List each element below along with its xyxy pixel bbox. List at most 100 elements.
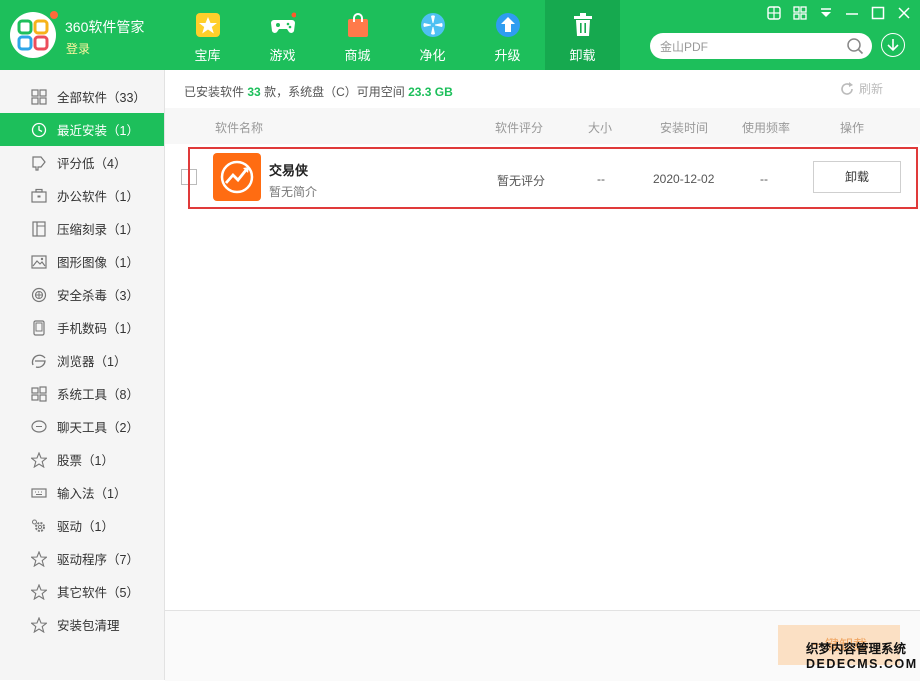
star-outline-icon: [30, 451, 48, 469]
settings-icon[interactable]: [792, 5, 808, 21]
title-bar: 360软件管家 登录 宝库 游戏 商城 净化 升级 卸载 金山PDF: [0, 0, 920, 70]
sidebar-item-label: 全部软件（33）: [57, 91, 146, 105]
table-header: 软件名称 软件评分 大小 安装时间 使用频率 操作: [165, 108, 920, 144]
sidebar-item-label: 驱动（1）: [57, 520, 114, 534]
sidebar-item-label: 聊天工具（2）: [57, 421, 139, 435]
sidebar-item-label: 其它软件（5）: [57, 586, 139, 600]
sidebar-item[interactable]: 全部软件（33）: [0, 80, 164, 113]
nav-upgrade[interactable]: 升级: [470, 0, 545, 70]
nav-shop[interactable]: 商城: [320, 0, 395, 70]
sidebar-item[interactable]: 图形图像（1）: [0, 245, 164, 278]
sidebar-item-label: 安全杀毒（3）: [57, 289, 139, 303]
phone-icon: [30, 319, 48, 337]
gear-icon: [30, 517, 48, 535]
main-nav: 宝库 游戏 商城 净化 升级 卸载: [170, 0, 620, 70]
main-panel: 已安装软件 33 款，系统盘（C）可用空间 23.3 GB 刷新 软件名称 软件…: [165, 70, 920, 681]
sidebar-item-label: 安装包清理: [57, 619, 120, 633]
sidebar-item-label: 股票（1）: [57, 454, 114, 468]
sidebar-item[interactable]: 驱动（1）: [0, 509, 164, 542]
trash-icon: [574, 13, 592, 36]
sidebar-item[interactable]: 系统工具（8）: [0, 377, 164, 410]
refresh-button[interactable]: 刷新: [839, 80, 883, 97]
briefcase-icon: [30, 187, 48, 205]
maximize-icon[interactable]: [870, 5, 886, 21]
sidebar-item[interactable]: 浏览器（1）: [0, 344, 164, 377]
table-row: 交易侠 暂无简介 暂无评分 -- 2020-12-02 -- 卸载: [165, 146, 920, 208]
keyboard-icon: [30, 484, 48, 502]
col-action: 操作: [840, 121, 865, 135]
sidebar-item[interactable]: 其它软件（5）: [0, 575, 164, 608]
app-logo-icon: [10, 11, 58, 58]
app-name: 交易侠: [269, 163, 309, 178]
minimize-icon[interactable]: [844, 5, 860, 21]
fan-icon: [421, 13, 445, 37]
uninstall-button[interactable]: 卸载: [813, 161, 901, 193]
refresh-icon: [841, 81, 853, 95]
sidebar-item-label: 图形图像（1）: [57, 256, 139, 270]
shopping-bag-icon: [348, 13, 368, 37]
skin-icon[interactable]: [766, 5, 782, 21]
app-frequency: --: [760, 172, 768, 186]
app-icon: [213, 153, 261, 201]
star-icon: [196, 13, 220, 37]
col-frequency: 使用频率: [742, 121, 791, 135]
col-rating: 软件评分: [495, 121, 544, 135]
sidebar-item-label: 压缩刻录（1）: [57, 223, 139, 237]
sidebar-item[interactable]: 最近安装（1）: [0, 113, 164, 146]
app-install-time: 2020-12-02: [653, 172, 715, 186]
sidebar-item[interactable]: 办公软件（1）: [0, 179, 164, 212]
sidebar-item[interactable]: 安全杀毒（3）: [0, 278, 164, 311]
window-controls: [766, 5, 912, 21]
row-checkbox[interactable]: [181, 169, 197, 185]
nav-uninstall[interactable]: 卸载: [545, 0, 620, 70]
sidebar-item[interactable]: 股票（1）: [0, 443, 164, 476]
nav-baoku[interactable]: 宝库: [170, 0, 245, 70]
sidebar-item[interactable]: 安装包清理: [0, 608, 164, 641]
sidebar-item-label: 手机数码（1）: [57, 322, 139, 336]
sidebar-item-label: 办公软件（1）: [57, 190, 139, 204]
star-outline-icon: [30, 550, 48, 568]
app-rating: 暂无评分: [497, 174, 546, 188]
sidebar-item[interactable]: 手机数码（1）: [0, 311, 164, 344]
sidebar-item-label: 浏览器（1）: [57, 355, 127, 369]
sidebar-item-label: 驱动程序（7）: [57, 553, 139, 567]
archive-icon: [30, 220, 48, 238]
sidebar-item[interactable]: 输入法（1）: [0, 476, 164, 509]
close-icon[interactable]: [896, 5, 912, 21]
download-icon[interactable]: [881, 33, 905, 57]
grid-icon: [30, 88, 48, 106]
sidebar-item[interactable]: 驱动程序（7）: [0, 542, 164, 575]
nav-games[interactable]: 游戏: [245, 0, 320, 70]
browser-icon: [30, 352, 48, 370]
sidebar-item-label: 输入法（1）: [57, 487, 127, 501]
search-input[interactable]: 金山PDF: [660, 38, 708, 55]
col-name: 软件名称: [215, 121, 264, 135]
category-sidebar: 全部软件（33） 最近安装（1） 评分低（4） 办公软件（1） 压缩刻录（1） 图形图像（…: [0, 70, 165, 680]
clock-icon: [30, 121, 48, 139]
app-title: 360软件管家: [65, 19, 145, 35]
app-size: --: [597, 172, 605, 186]
sidebar-item[interactable]: 聊天工具（2）: [0, 410, 164, 443]
search-icon[interactable]: [846, 37, 864, 55]
nav-clean[interactable]: 净化: [395, 0, 470, 70]
sidebar-item-label: 评分低（4）: [57, 157, 127, 171]
login-link[interactable]: 登录: [66, 40, 90, 57]
star-outline-icon: [30, 616, 48, 634]
sidebar-item-label: 系统工具（8）: [57, 388, 139, 402]
sidebar-item-label: 最近安装（1）: [57, 124, 139, 138]
search-box[interactable]: 金山PDF: [650, 33, 872, 59]
shield-icon: [30, 286, 48, 304]
menu-dropdown-icon[interactable]: [818, 5, 834, 21]
install-summary: 已安装软件 33 款，系统盘（C）可用空间 23.3 GB: [184, 85, 453, 99]
chat-icon: [30, 418, 48, 436]
thumb-down-icon: [30, 154, 48, 172]
upgrade-arrow-icon: [496, 13, 520, 37]
gamepad-icon: [271, 12, 296, 33]
star-outline-icon: [30, 583, 48, 601]
image-icon: [30, 253, 48, 271]
col-size: 大小: [588, 121, 613, 135]
windows-icon: [30, 385, 48, 403]
col-install-time: 安装时间: [660, 121, 709, 135]
sidebar-item[interactable]: 压缩刻录（1）: [0, 212, 164, 245]
sidebar-item[interactable]: 评分低（4）: [0, 146, 164, 179]
